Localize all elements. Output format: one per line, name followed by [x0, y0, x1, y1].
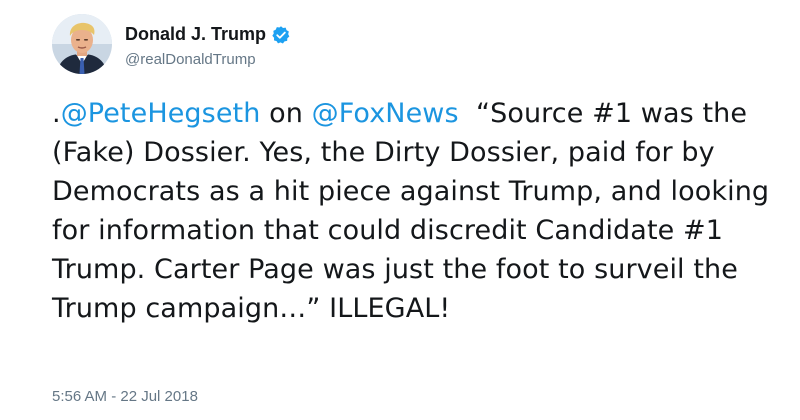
name-row: Donald J. Trump: [125, 21, 291, 49]
tweet-timestamp[interactable]: 5:56 AM - 22 Jul 2018: [52, 388, 198, 405]
mention-link-petehegseth[interactable]: @PeteHegseth: [61, 98, 261, 129]
tweet-body-text: “Source #1 was the (Fake) Dossier. Yes, …: [52, 98, 778, 324]
tweet-card: Donald J. Trump @realDonaldTrump .@PeteH…: [0, 0, 800, 420]
avatar-photo: [52, 14, 112, 74]
avatar[interactable]: [52, 14, 112, 74]
tweet-header: Donald J. Trump @realDonaldTrump: [52, 14, 291, 74]
display-name[interactable]: Donald J. Trump: [125, 24, 266, 45]
verified-badge-icon: [271, 25, 291, 45]
author-names: Donald J. Trump @realDonaldTrump: [125, 14, 291, 74]
tweet-text-prefix: .: [52, 98, 61, 129]
author-handle[interactable]: @realDonaldTrump: [125, 51, 291, 68]
mention-link-foxnews[interactable]: @FoxNews: [312, 98, 459, 129]
tweet-text-between: on: [260, 98, 312, 129]
tweet-text: .@PeteHegseth on @FoxNews “Source #1 was…: [52, 94, 772, 328]
